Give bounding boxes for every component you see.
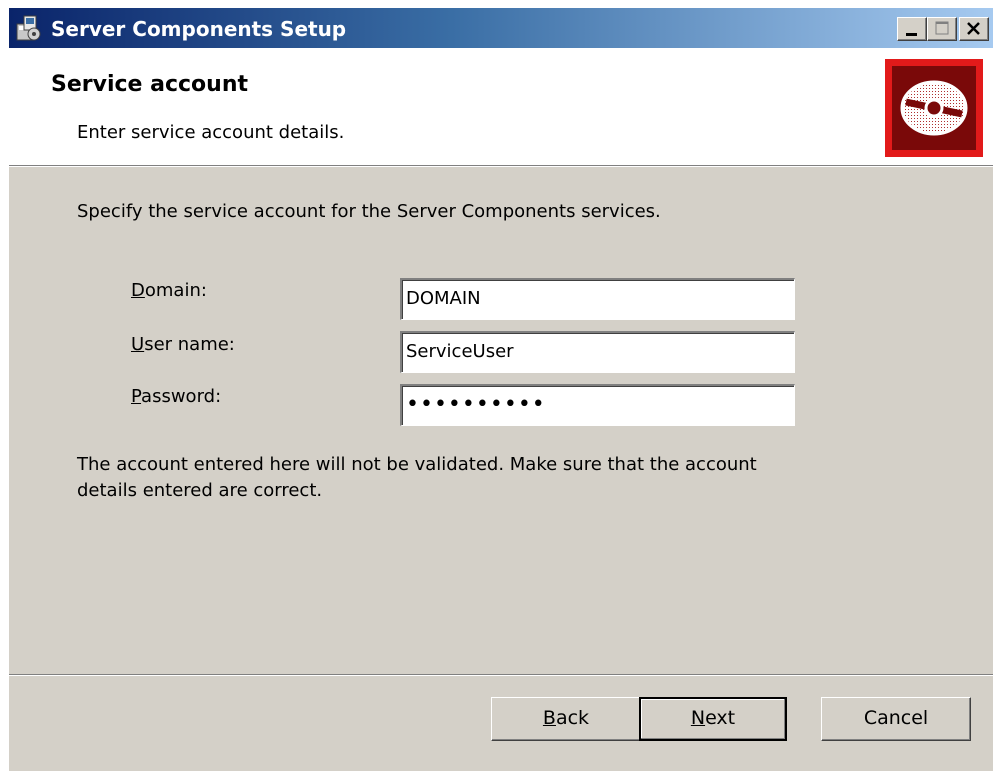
- cancel-button[interactable]: Cancel: [821, 697, 971, 741]
- maximize-icon: [935, 21, 949, 35]
- disc-icon: [900, 80, 968, 136]
- close-icon: [967, 22, 980, 35]
- password-label: Password:: [131, 386, 222, 407]
- header-separator: [9, 165, 993, 167]
- minimize-icon: [906, 33, 917, 36]
- window-title: Server Components Setup: [51, 17, 347, 41]
- header-panel: Service account Enter service account de…: [9, 48, 993, 165]
- password-field[interactable]: ••••••••••: [400, 384, 795, 426]
- domain-label: Domain:: [131, 280, 207, 301]
- password-mask: ••••••••••: [406, 392, 546, 417]
- page-subtitle: Enter service account details.: [77, 122, 345, 143]
- setup-window: Server Components Setup Service account …: [9, 8, 993, 771]
- title-bar[interactable]: Server Components Setup: [9, 8, 993, 48]
- footer-separator: [9, 674, 993, 676]
- next-button[interactable]: Next: [639, 697, 787, 741]
- intro-text: Specify the service account for the Serv…: [77, 201, 661, 222]
- close-button[interactable]: [959, 17, 989, 41]
- page-title: Service account: [51, 72, 249, 97]
- setup-app-icon: [15, 14, 43, 42]
- maximize-button[interactable]: [927, 17, 957, 41]
- domain-field[interactable]: DOMAIN: [400, 278, 795, 320]
- validation-note: The account entered here will not be val…: [77, 454, 757, 501]
- username-field[interactable]: ServiceUser: [400, 331, 795, 373]
- minimize-button[interactable]: [897, 17, 927, 41]
- back-button[interactable]: Back: [491, 697, 641, 741]
- username-label: User name:: [131, 334, 235, 355]
- banner-image: [885, 59, 983, 157]
